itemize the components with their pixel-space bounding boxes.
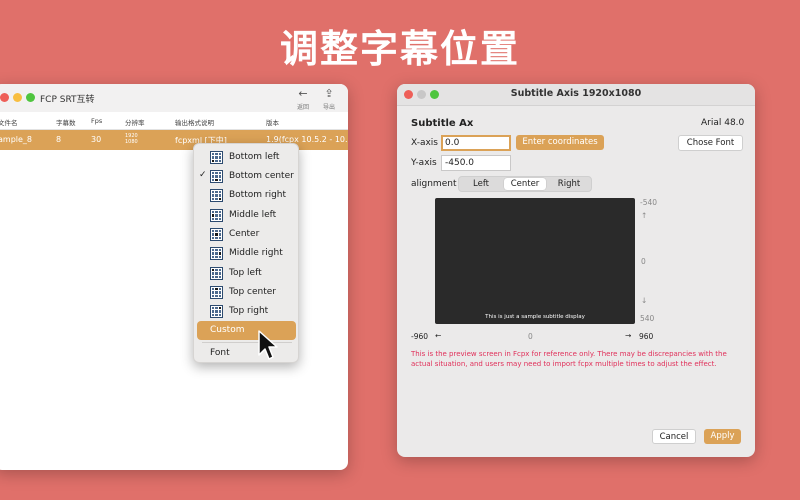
- export-icon: ⇪: [324, 87, 334, 100]
- y-axis-label: Y-axis: [411, 158, 437, 168]
- x-axis-input[interactable]: [441, 135, 511, 151]
- arrow-left-icon: ←: [298, 87, 308, 100]
- zoom-button[interactable]: [26, 93, 35, 102]
- y-tick-mid: 0: [641, 257, 646, 266]
- menu-item-label: Top center: [229, 287, 277, 297]
- col-fps[interactable]: Fps: [91, 117, 102, 125]
- grid-position-icon: [210, 151, 223, 164]
- alignment-segmented-control: Left Center Right: [458, 176, 592, 192]
- grid-position-icon: [210, 305, 223, 318]
- menu-item-custom[interactable]: Custom: [197, 321, 296, 340]
- menu-item-top-right[interactable]: Top right: [194, 302, 298, 321]
- x-tick-right: 960: [639, 332, 654, 341]
- grid-position-icon: [210, 286, 223, 299]
- export-button[interactable]: ⇪ 导出: [316, 87, 342, 112]
- arrow-up-icon: ↑: [641, 211, 648, 220]
- col-version[interactable]: 版本: [266, 117, 279, 127]
- y-tick-top: -540: [640, 198, 658, 207]
- export-label: 导出: [322, 104, 335, 111]
- menu-item-label: Center: [229, 229, 260, 239]
- section-title: Subtitle Ax: [411, 118, 474, 129]
- col-count[interactable]: 字幕数: [56, 117, 76, 127]
- menu-item-bottom-right[interactable]: Bottom right: [194, 186, 298, 205]
- chose-font-button[interactable]: Chose Font: [678, 135, 743, 151]
- preview-subtitle-text: This is just a sample subtitle display: [485, 314, 585, 320]
- y-tick-bottom: 540: [640, 314, 655, 323]
- subtitle-axis-window: Subtitle Axis 1920x1080 Subtitle Ax Aria…: [397, 84, 755, 457]
- cell-file: ample_8: [0, 135, 33, 144]
- menu-item-label: Middle right: [229, 248, 283, 258]
- checkmark-icon: ✓: [199, 170, 207, 180]
- window-title: Subtitle Axis 1920x1080: [510, 88, 642, 99]
- menu-item-top-left[interactable]: Top left: [194, 264, 298, 283]
- y-axis-input[interactable]: [441, 155, 511, 171]
- menu-item-label: Bottom center: [229, 171, 294, 181]
- cell-fps: 30: [91, 135, 102, 144]
- position-menu: Bottom left ✓ Bottom center Bottom right…: [193, 143, 299, 363]
- menu-item-label: Top left: [229, 268, 262, 278]
- menu-item-label: Top right: [229, 306, 269, 316]
- grid-position-icon: [210, 267, 223, 280]
- col-format[interactable]: 输出格式说明: [175, 117, 214, 127]
- menu-item-top-center[interactable]: Top center: [194, 283, 298, 302]
- grid-position-icon: [210, 209, 223, 222]
- menu-item-center[interactable]: Center: [194, 225, 298, 244]
- window-title: FCP SRT互转: [40, 95, 95, 105]
- arrow-down-icon: ↓: [641, 296, 648, 305]
- grid-position-icon: [210, 247, 223, 260]
- grid-position-icon: [210, 189, 223, 202]
- cell-resolution: 1920 1080: [125, 133, 138, 145]
- titlebar: Subtitle Axis 1920x1080: [397, 84, 755, 106]
- res-height: 1080: [125, 139, 138, 145]
- menu-item-font[interactable]: Font: [194, 344, 298, 363]
- table-header: 文件名 字幕数 Fps 分辨率 输出格式说明 版本: [0, 112, 348, 130]
- menu-item-bottom-left[interactable]: Bottom left: [194, 148, 298, 167]
- menu-item-label: Bottom right: [229, 190, 287, 200]
- font-info: Arial 48.0: [701, 118, 745, 128]
- x-axis-label: X-axis: [411, 138, 438, 148]
- close-button[interactable]: [0, 93, 9, 102]
- menu-item-label: Font: [210, 348, 230, 358]
- x-tick-left: -960: [411, 332, 429, 341]
- reference-note: This is the preview screen in Fcpx for r…: [411, 350, 727, 368]
- alignment-left[interactable]: Left: [461, 178, 501, 190]
- menu-item-middle-left[interactable]: Middle left: [194, 206, 298, 225]
- titlebar: FCP SRT互转 ← 返回 ⇪ 导出: [0, 84, 348, 112]
- apply-button[interactable]: Apply: [704, 429, 741, 444]
- arrow-right-icon: →: [625, 331, 632, 340]
- cancel-button[interactable]: Cancel: [652, 429, 696, 444]
- headline: 调整字幕位置: [279, 27, 520, 71]
- alignment-label: alignment: [411, 179, 457, 189]
- back-button[interactable]: ← 返回: [290, 87, 316, 112]
- enter-coordinates-button[interactable]: Enter coordinates: [516, 135, 604, 150]
- menu-item-middle-right[interactable]: Middle right: [194, 244, 298, 263]
- grid-position-icon: [210, 228, 223, 241]
- alignment-center[interactable]: Center: [504, 178, 546, 190]
- arrow-left-icon: ←: [435, 331, 442, 340]
- mouse-pointer-icon: [258, 330, 278, 360]
- menu-item-label: Custom: [210, 325, 245, 335]
- menu-item-label: Bottom left: [229, 152, 280, 162]
- col-filename[interactable]: 文件名: [0, 117, 18, 127]
- grid-position-icon: [210, 170, 223, 183]
- cell-count: 8: [56, 135, 62, 144]
- subtitle-preview: This is just a sample subtitle display: [435, 198, 635, 324]
- col-resolution[interactable]: 分辨率: [125, 117, 145, 127]
- alignment-right[interactable]: Right: [549, 178, 589, 190]
- menu-item-bottom-center[interactable]: ✓ Bottom center: [194, 167, 298, 186]
- menu-item-label: Middle left: [229, 210, 277, 220]
- minimize-button[interactable]: [13, 93, 22, 102]
- back-label: 返回: [296, 104, 309, 111]
- x-tick-mid: 0: [528, 332, 533, 341]
